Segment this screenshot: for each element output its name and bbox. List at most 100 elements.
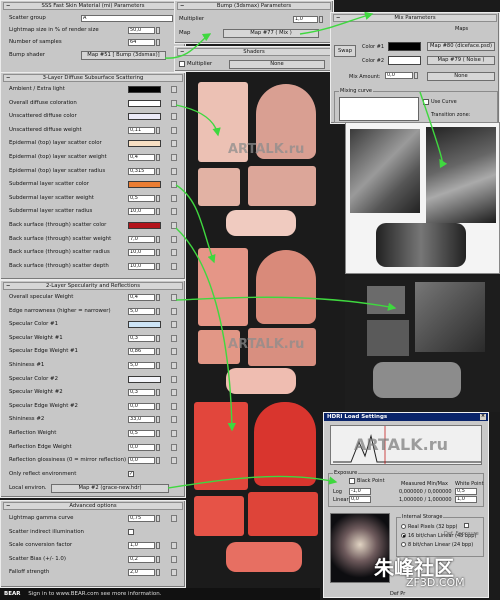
map-slot-button[interactable]	[171, 126, 177, 134]
param-field[interactable]: 7,0	[128, 235, 155, 243]
spinner-icon[interactable]	[156, 457, 160, 465]
color-swatch[interactable]	[128, 321, 161, 329]
spinner-icon[interactable]	[156, 194, 160, 202]
spinner-icon[interactable]	[156, 569, 160, 577]
spinner-icon[interactable]	[156, 154, 160, 161]
param-field[interactable]: 5,0	[128, 307, 155, 315]
map-slot-button[interactable]	[171, 542, 177, 550]
map-slot-button[interactable]	[171, 515, 177, 522]
swap-button[interactable]: Swap	[334, 45, 356, 57]
spinner-icon[interactable]	[156, 39, 160, 46]
param-field[interactable]: 0,3	[128, 389, 155, 397]
param-field[interactable]: 0,5	[128, 430, 155, 437]
map-slot-button[interactable]	[171, 375, 177, 383]
advanced-rollout-header[interactable]: − Advanced options	[3, 502, 183, 510]
color-swatch[interactable]	[128, 375, 161, 383]
collapse-icon[interactable]: −	[180, 3, 184, 9]
map-slot-button[interactable]	[171, 362, 177, 369]
spinner-icon[interactable]	[156, 249, 160, 257]
map-slot-button[interactable]	[171, 416, 177, 424]
spinner-icon[interactable]	[156, 348, 160, 356]
map-slot-button[interactable]	[171, 99, 177, 107]
mix-rollout-header[interactable]: − Mix Parameters	[333, 14, 497, 22]
map-slot-button[interactable]	[171, 294, 177, 301]
param-field[interactable]: 2,0	[128, 569, 155, 577]
param-field[interactable]: 33,0	[128, 416, 155, 424]
map-slot-button[interactable]	[171, 167, 177, 175]
spinner-icon[interactable]	[156, 362, 160, 369]
param-field[interactable]: 0,5	[128, 194, 155, 202]
map-slot-button[interactable]	[171, 430, 177, 437]
mix-amount-field[interactable]: 0,0	[385, 72, 413, 79]
black-point-checkbox[interactable]	[349, 478, 355, 484]
close-icon[interactable]: ×	[480, 414, 486, 420]
storage-radio-real[interactable]	[401, 524, 406, 529]
use-curve-checkbox[interactable]	[423, 99, 429, 105]
param-field[interactable]: 0,75	[128, 515, 155, 522]
map-slot-button[interactable]	[171, 140, 177, 148]
spinner-icon[interactable]	[319, 16, 323, 23]
map-slot-button[interactable]	[171, 113, 177, 121]
map-slot-button[interactable]	[171, 307, 177, 315]
white-bottom-field[interactable]: 1,0	[455, 496, 477, 503]
map-slot-button[interactable]	[171, 86, 177, 93]
param-field[interactable]: 0,315	[128, 167, 155, 175]
spinner-icon[interactable]	[156, 443, 160, 451]
spinner-icon[interactable]	[156, 27, 160, 34]
collapse-icon[interactable]: −	[6, 283, 10, 289]
shaders-rollout-header[interactable]: − Shaders	[177, 48, 331, 56]
param-field[interactable]: 10,0	[128, 262, 155, 270]
specular-rollout-header[interactable]: − 2-Layer Specularity and Reflections	[3, 282, 183, 290]
spinner-icon[interactable]	[156, 126, 160, 134]
map-slot-button[interactable]	[171, 208, 177, 216]
color1-swatch[interactable]	[388, 42, 421, 51]
map-slot-button[interactable]	[171, 569, 177, 577]
map-slot-button[interactable]	[171, 181, 177, 189]
map-slot-button[interactable]	[171, 334, 177, 342]
color2-swatch[interactable]	[388, 56, 421, 65]
collapse-icon[interactable]: −	[6, 503, 10, 509]
bump-map-button[interactable]: Map #77 ( Mix )	[223, 29, 319, 38]
spinner-icon[interactable]	[156, 542, 160, 550]
color-swatch[interactable]	[128, 99, 161, 107]
map-slot-button[interactable]	[171, 389, 177, 397]
param-field[interactable]: 0,2	[128, 555, 155, 563]
storage-radio-16bit[interactable]	[401, 533, 406, 538]
color1-map-button[interactable]: Map #80 (diceface.psd)	[427, 42, 495, 51]
collapse-icon[interactable]: −	[6, 75, 10, 81]
color2-map-button[interactable]: Map #79 ( Noise )	[427, 56, 495, 65]
color-swatch[interactable]	[128, 222, 161, 229]
map-slot-button[interactable]	[171, 235, 177, 243]
param-field[interactable]: 10,0	[128, 208, 155, 216]
param-field[interactable]: 10,0	[128, 249, 155, 257]
spinner-icon[interactable]	[156, 515, 160, 522]
spinner-icon[interactable]	[156, 334, 160, 342]
spinner-icon[interactable]	[156, 208, 160, 216]
param-field[interactable]: 0,0	[128, 457, 155, 465]
spinner-icon[interactable]	[156, 167, 160, 175]
spinner-icon[interactable]	[156, 262, 160, 270]
map-slot-button[interactable]	[171, 457, 177, 465]
local-environment-map-button[interactable]: Map #2 (grace-new.hdr)	[51, 484, 169, 493]
param-field[interactable]: 0,4	[128, 154, 155, 161]
map-slot-button[interactable]	[171, 348, 177, 356]
linear-field[interactable]: 0,0	[349, 496, 371, 503]
hdri-title-bar[interactable]: HDRI Load Settings ×	[324, 413, 488, 421]
spinner-icon[interactable]	[156, 389, 160, 397]
log-field[interactable]: -1,0	[349, 488, 371, 495]
param-field[interactable]: 1,0	[128, 542, 155, 550]
map-slot-button[interactable]	[171, 555, 177, 563]
spinner-icon[interactable]	[156, 555, 160, 563]
shaders-multiplier-checkbox[interactable]	[179, 61, 185, 67]
map-slot-button[interactable]	[171, 222, 177, 229]
spinner-icon[interactable]	[156, 307, 160, 315]
white-top-field[interactable]: 0,5	[455, 488, 477, 495]
scatter-group-field[interactable]: A	[81, 15, 173, 22]
color-swatch[interactable]	[128, 181, 161, 189]
param-field[interactable]: 0,11	[128, 126, 155, 134]
map-slot-button[interactable]	[171, 262, 177, 270]
spinner-icon[interactable]	[156, 294, 160, 301]
map-slot-button[interactable]	[171, 443, 177, 451]
param-field[interactable]: 0,86	[128, 348, 155, 356]
color-swatch[interactable]	[128, 113, 161, 121]
